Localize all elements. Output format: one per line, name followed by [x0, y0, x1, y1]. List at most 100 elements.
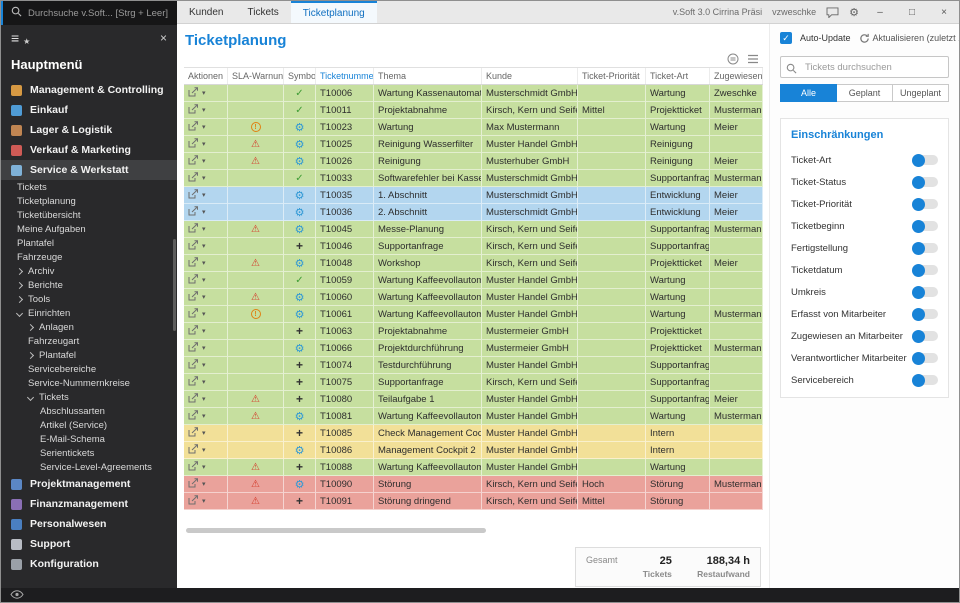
sidebar-item-tools[interactable]: Tools [1, 292, 177, 306]
table-row[interactable]: ▾ ✓ T10011 Projektabnahme Kirsch, Kern u… [184, 102, 763, 119]
sidebar-item-lager-logistik[interactable]: Lager & Logistik [1, 120, 177, 140]
table-row[interactable]: ▾ + T10085 Check Management Cockpit Must… [184, 425, 763, 442]
tab-tickets[interactable]: Tickets [235, 1, 290, 23]
table-row[interactable]: ▾ ⚙ T10066 Projektdurchführung Mustermei… [184, 340, 763, 357]
filter-toggle-ticket-prioritaet[interactable] [912, 199, 938, 209]
table-row[interactable]: ▾ ✓ T10059 Wartung Kaffeevollautomat Mus… [184, 272, 763, 289]
filter-toggle-ticketbeginn[interactable] [912, 221, 938, 231]
sidebar-item-plantafel[interactable]: Plantafel [1, 348, 177, 362]
sidebar-item-konfiguration[interactable]: Konfiguration [1, 554, 177, 574]
sidebar-item-servicebereiche[interactable]: Servicebereiche [1, 362, 177, 376]
open-ticket-icon[interactable] [188, 393, 199, 406]
sidebar-item-tickets[interactable]: Tickets [1, 180, 177, 194]
row-menu-chevron-icon[interactable]: ▾ [202, 174, 206, 182]
sidebar-item-artikel-service[interactable]: Artikel (Service) [1, 418, 177, 432]
table-row[interactable]: ▾ ⚠ ⚙ T10045 Messe-Planung Kirsch, Kern … [184, 221, 763, 238]
table-row[interactable]: ▾ ⚠ ⚙ T10081 Wartung Kaffeevollautomat M… [184, 408, 763, 425]
row-menu-chevron-icon[interactable]: ▾ [202, 259, 206, 267]
tab-ticketplanung[interactable]: Ticketplanung [291, 1, 377, 23]
filter-toggle-umkreis[interactable] [912, 287, 938, 297]
segment-alle[interactable]: Alle [780, 84, 837, 102]
row-menu-chevron-icon[interactable]: ▾ [202, 344, 206, 352]
chat-icon[interactable] [826, 7, 839, 18]
filter-toggle-erfasst-von-mitarbeiter[interactable] [912, 309, 938, 319]
open-ticket-icon[interactable] [188, 495, 199, 508]
grid-settings-icon[interactable] [727, 53, 739, 65]
row-menu-chevron-icon[interactable]: ▾ [202, 497, 206, 505]
sidebar-item-meine-aufgaben[interactable]: Meine Aufgaben [1, 222, 177, 236]
table-row[interactable]: ▾ ⚙ T10086 Management Cockpit 2 Muster H… [184, 442, 763, 459]
table-row[interactable]: ▾ ! ⚙ T10061 Wartung Kaffeevollautomat M… [184, 306, 763, 323]
row-menu-chevron-icon[interactable]: ▾ [202, 140, 206, 148]
filter-toggle-servicebereich[interactable] [912, 375, 938, 385]
sidebar-item-service-level-agreements[interactable]: Service-Level-Agreements [1, 460, 177, 474]
table-row[interactable]: ▾ ⚠ ⚙ T10026 Reinigung Musterhuber GmbH … [184, 153, 763, 170]
open-ticket-icon[interactable] [188, 291, 199, 304]
open-ticket-icon[interactable] [188, 206, 199, 219]
segment-geplant[interactable]: Geplant [837, 84, 893, 102]
column-header-aktionen[interactable]: Aktionen [184, 68, 228, 84]
table-row[interactable]: ▾ ⚠ ⚙ T10060 Wartung Kaffeevollautomat M… [184, 289, 763, 306]
table-row[interactable]: ▾ ⚠ ⚙ T10048 Workshop Kirsch, Kern und S… [184, 255, 763, 272]
column-header-ticketnummer[interactable]: Ticketnummer▲ [316, 68, 374, 84]
table-row[interactable]: ▾ ⚠ + T10091 Störung dringend Kirsch, Ke… [184, 493, 763, 510]
table-row[interactable]: ▾ ! ⚙ T10023 Wartung Max Mustermann Wart… [184, 119, 763, 136]
eye-icon[interactable] [10, 586, 24, 603]
sidebar-item-berichte[interactable]: Berichte [1, 278, 177, 292]
sidebar-item-e-mail-schema[interactable]: E-Mail-Schema [1, 432, 177, 446]
settings-gear-icon[interactable]: ⚙ [849, 6, 859, 19]
open-ticket-icon[interactable] [188, 87, 199, 100]
row-menu-chevron-icon[interactable]: ▾ [202, 276, 206, 284]
sidebar-item-serientickets[interactable]: Serientickets [1, 446, 177, 460]
open-ticket-icon[interactable] [188, 121, 199, 134]
table-row[interactable]: ▾ + T10046 Supportanfrage Kirsch, Kern u… [184, 238, 763, 255]
ticket-search-input[interactable] [780, 56, 949, 78]
open-ticket-icon[interactable] [188, 138, 199, 151]
global-search[interactable] [1, 1, 177, 25]
sidebar-item-tickets[interactable]: Tickets [1, 390, 177, 404]
table-row[interactable]: ▾ ✓ T10006 Wartung Kassenautomat Musters… [184, 85, 763, 102]
table-row[interactable]: ▾ ⚠ ⚙ T10090 Störung Kirsch, Kern und Se… [184, 476, 763, 493]
sidebar-item-service-nummernkreise[interactable]: Service-Nummernkreise [1, 376, 177, 390]
sidebar-item-einrichten[interactable]: Einrichten [1, 306, 177, 320]
table-row[interactable]: ▾ ⚠ + T10080 Teilaufgabe 1 Muster Handel… [184, 391, 763, 408]
table-row[interactable]: ▾ ✓ T10033 Softwarefehler bei Kassenaufr… [184, 170, 763, 187]
open-ticket-icon[interactable] [188, 325, 199, 338]
column-header-sla-warnung[interactable]: SLA-Warnung [228, 68, 284, 84]
open-ticket-icon[interactable] [188, 172, 199, 185]
row-menu-chevron-icon[interactable]: ▾ [202, 310, 206, 318]
open-ticket-icon[interactable] [188, 478, 199, 491]
auto-update-checkbox[interactable]: ✓ [780, 32, 792, 44]
row-menu-chevron-icon[interactable]: ▾ [202, 412, 206, 420]
window-maximize-button[interactable]: □ [901, 7, 923, 18]
sidebar-item-support[interactable]: Support [1, 534, 177, 554]
open-ticket-icon[interactable] [188, 359, 199, 372]
sidebar-item-ticketuebersicht[interactable]: Ticketübersicht [1, 208, 177, 222]
open-ticket-icon[interactable] [188, 257, 199, 270]
sidebar-item-service-werkstatt[interactable]: Service & Werkstatt [1, 160, 177, 180]
open-ticket-icon[interactable] [188, 342, 199, 355]
open-ticket-icon[interactable] [188, 376, 199, 389]
table-row[interactable]: ▾ + T10063 Projektabnahme Mustermeier Gm… [184, 323, 763, 340]
window-minimize-button[interactable]: – [869, 7, 891, 18]
open-ticket-icon[interactable] [188, 104, 199, 117]
row-menu-chevron-icon[interactable]: ▾ [202, 446, 206, 454]
row-menu-chevron-icon[interactable]: ▾ [202, 463, 206, 471]
sidebar-close-icon[interactable]: × [160, 31, 167, 45]
row-menu-chevron-icon[interactable]: ▾ [202, 378, 206, 386]
sidebar-item-fahrzeugart[interactable]: Fahrzeugart [1, 334, 177, 348]
row-menu-chevron-icon[interactable]: ▾ [202, 191, 206, 199]
open-ticket-icon[interactable] [188, 240, 199, 253]
column-header-thema[interactable]: Thema [374, 68, 482, 84]
row-menu-chevron-icon[interactable]: ▾ [202, 123, 206, 131]
filter-toggle-verantwortlicher-mitarbeiter[interactable] [912, 353, 938, 363]
row-menu-chevron-icon[interactable]: ▾ [202, 480, 206, 488]
filter-toggle-ticket-art[interactable] [912, 155, 938, 165]
table-row[interactable]: ▾ + T10075 Supportanfrage Kirsch, Kern u… [184, 374, 763, 391]
grid-layout-icon[interactable] [747, 54, 759, 64]
row-menu-chevron-icon[interactable]: ▾ [202, 242, 206, 250]
column-header-symbol[interactable]: Symbol [284, 68, 316, 84]
row-menu-chevron-icon[interactable]: ▾ [202, 361, 206, 369]
sidebar-item-verkauf-marketing[interactable]: Verkauf & Marketing [1, 140, 177, 160]
row-menu-chevron-icon[interactable]: ▾ [202, 429, 206, 437]
